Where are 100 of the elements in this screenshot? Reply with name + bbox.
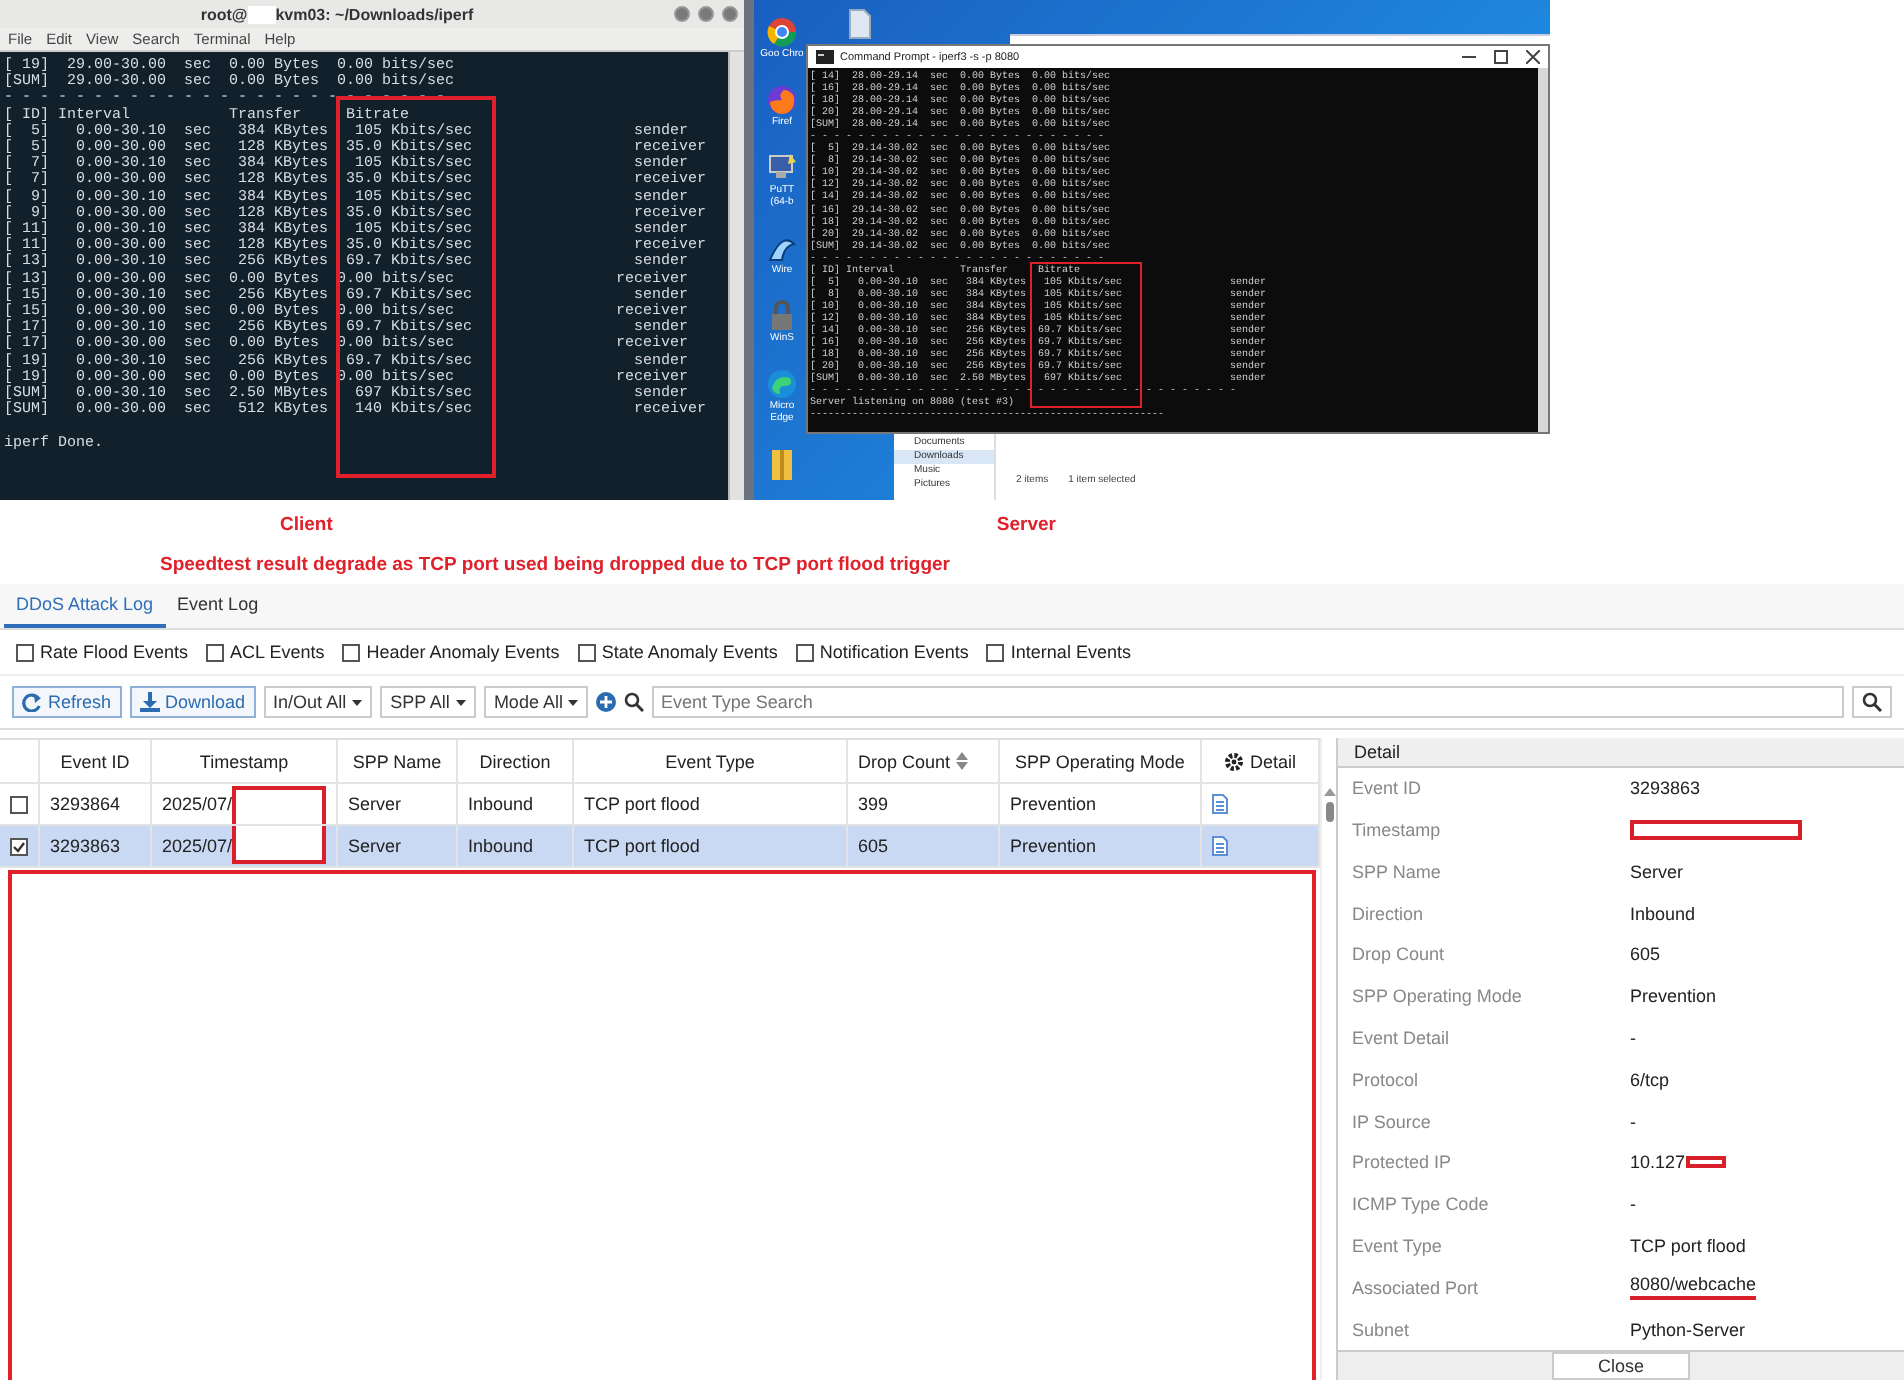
field-value: Python-Server [1630,1319,1746,1340]
gear-icon [1223,751,1244,771]
document-icon[interactable] [848,8,872,40]
scrollbar[interactable] [728,52,744,500]
field-value: 605 [1630,944,1661,965]
table-cell: 2025/07/ [162,836,233,856]
swirl-icon[interactable] [766,368,798,400]
table-cell: 399 [858,794,889,814]
minimize-icon[interactable] [1462,50,1476,64]
table-cell: TCP port flood [584,836,700,856]
download-icon [139,692,160,712]
checkbox[interactable] [795,643,814,661]
field-value: TCP port flood [1630,1236,1746,1256]
checkbox[interactable] [577,643,596,661]
caption: Server [996,514,1056,536]
field-label: Direction [1350,903,1426,924]
ring-icon[interactable] [766,16,798,48]
column-header[interactable]: Detail [1202,740,1320,782]
filter-label[interactable]: Internal Events [1010,642,1131,662]
maximize-button[interactable] [698,6,714,22]
toolbar-button[interactable]: Refresh [12,686,122,718]
tab[interactable]: Event Log [165,584,271,628]
close-button[interactable] [722,6,738,22]
field-value: - [1630,1111,1636,1132]
field-value: Server [1630,861,1684,882]
scroll-up-icon[interactable] [1323,786,1335,796]
field-value: Prevention [1630,986,1717,1007]
header-label: Timestamp [199,751,289,771]
add-icon[interactable] [596,692,617,712]
checkbox[interactable] [342,643,361,661]
flame-icon[interactable] [766,84,798,116]
column-header[interactable]: Drop Count [848,740,1000,782]
filter-label[interactable]: State Anomaly Events [601,642,778,662]
field-value: 3293863 [1630,778,1701,799]
filter-label[interactable]: Rate Flood Events [40,642,189,662]
field-value: 8080/webcache [1630,1274,1757,1301]
field-value: 10.127 [1630,1152,1686,1173]
table-row[interactable]: 3293863 2025/07/ Server Inbound TCP port flood 605 Prevention [0,826,1320,868]
monitor-icon[interactable] [766,152,798,184]
dropdown[interactable]: Mode All [483,686,589,718]
table-cell: Server [348,836,402,856]
minimize-button[interactable] [674,6,690,22]
field-label: SPP Operating Mode [1350,986,1524,1007]
document-icon[interactable] [1212,794,1228,814]
column-header[interactable]: Event ID [40,740,152,782]
search-field[interactable]: Event Type Search [652,686,1844,718]
field-label: Event Detail [1350,1028,1452,1049]
column-header[interactable]: Direction [458,740,574,782]
field-label: IP Source [1350,1111,1433,1132]
window-title: root@ [200,5,248,23]
field-label: Associated Port [1350,1277,1481,1298]
window-title: kvm03: ~/Downloads/iperf [275,5,474,23]
header-label: Event Type [665,751,755,771]
table-cell: Server [348,794,402,814]
checkbox[interactable] [16,643,34,661]
folder-icon[interactable] [766,448,798,480]
console-icon [816,50,834,64]
header-label: Direction [479,751,551,771]
close-icon[interactable] [1526,50,1540,64]
field-label: Protocol [1350,1069,1421,1090]
table-cell: 3293863 [50,836,121,856]
field-label: Timestamp [1350,820,1443,841]
filter-label[interactable]: Notification Events [819,642,969,662]
field-label: SPP Name [1350,861,1443,882]
table-cell: Prevention [1010,836,1097,856]
caption: Speedtest result degrade as TCP port used being dropped due to TCP port flood trigger [158,552,950,576]
column-header[interactable]: Event Type [574,740,848,782]
dropdown[interactable]: SPP All [380,686,476,718]
field-label: ICMP Type Code [1350,1194,1491,1215]
checkbox[interactable] [986,643,1005,661]
tab[interactable]: DDoS Attack Log [4,584,166,628]
column-header[interactable]: SPP Name [338,740,458,782]
search-button[interactable] [1852,686,1892,718]
checkbox[interactable] [10,837,28,855]
dropdown[interactable]: In/Out All [263,686,373,718]
field-label: Protected IP [1350,1152,1454,1173]
field-value: - [1630,1194,1636,1215]
toolbar-button[interactable]: Download [129,686,256,718]
caret-icon [568,699,579,705]
checkbox[interactable] [206,643,225,661]
filter-label[interactable]: Header Anomaly Events [366,642,560,662]
panel-title: Detail [1338,738,1904,768]
maximize-icon[interactable] [1494,50,1508,64]
checkbox[interactable] [10,795,28,813]
redaction-box [247,5,276,23]
close-button[interactable]: Close [1552,1352,1690,1380]
table-cell: 2025/07/ [162,794,233,814]
sort-icon[interactable] [956,752,969,770]
table-cell: Inbound [468,836,534,856]
filter-label[interactable]: ACL Events [230,642,325,662]
table-cell: 3293864 [50,794,121,814]
document-icon[interactable] [1212,836,1228,856]
header-label: Detail [1249,751,1296,771]
column-header[interactable]: Timestamp [152,740,338,782]
header-label: SPP Name [352,751,442,771]
scroll-thumb[interactable] [1325,802,1333,822]
column-header[interactable]: SPP Operating Mode [1000,740,1202,782]
field-label: Subnet [1350,1319,1412,1340]
scrollbar[interactable] [1538,68,1548,432]
caret-icon [455,699,466,705]
